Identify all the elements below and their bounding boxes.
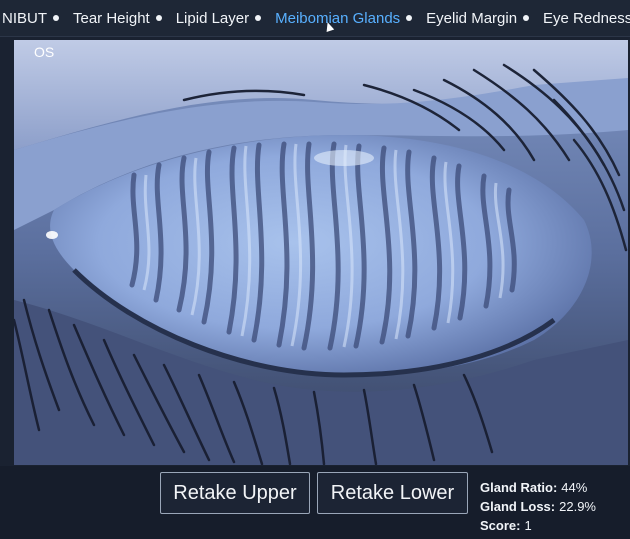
status-dot-icon: [255, 15, 262, 21]
tab-meibomian-glands[interactable]: Meibomian Glands: [273, 9, 413, 27]
tab-label: Meibomian Glands: [275, 9, 401, 27]
meibography-image: OS: [14, 40, 628, 465]
tab-eye-redness[interactable]: Eye Redness: [541, 10, 630, 27]
gland-loss-label: Gland Loss:: [480, 499, 556, 514]
status-dot-icon: [155, 15, 162, 21]
eye-side-label: OS: [34, 44, 55, 60]
eyelid-image-graphic: [14, 40, 628, 465]
gland-stats: Gland Ratio: 44% Gland Loss: 22.9% Score: 1: [480, 478, 596, 535]
tab-tear-height[interactable]: Tear Height: [71, 10, 162, 27]
gland-ratio-label: Gland Ratio:: [480, 480, 558, 495]
retake-upper-button[interactable]: Retake Upper: [160, 472, 310, 514]
score-row: Score: 1: [480, 516, 596, 535]
gland-loss-value: 22.9%: [559, 499, 596, 514]
score-label: Score:: [480, 518, 521, 533]
tab-label: NIBUT: [2, 9, 47, 27]
gland-ratio-value: 44%: [561, 480, 588, 495]
tab-label: Eyelid Margin: [426, 9, 518, 27]
status-dot-icon: [53, 15, 59, 21]
score-value: 1: [524, 518, 532, 533]
tab-eyelid-margin[interactable]: Eyelid Margin: [424, 9, 530, 27]
gland-ratio-row: Gland Ratio: 44%: [480, 478, 596, 497]
tab-label: Tear Height: [73, 9, 150, 27]
top-nav: NIBUT Tear Height Lipid Layer Meibomian …: [0, 0, 630, 37]
tab-nibut[interactable]: NIBUT: [0, 10, 59, 27]
app-screen: NIBUT Tear Height Lipid Layer Meibomian …: [0, 0, 630, 539]
tab-label: Lipid Layer: [175, 9, 250, 27]
tab-label: Eye Redness: [543, 9, 630, 27]
status-dot-icon: [523, 15, 530, 21]
tab-lipid-layer[interactable]: Lipid Layer: [174, 9, 262, 27]
status-dot-icon: [406, 15, 413, 21]
gland-loss-row: Gland Loss: 22.9%: [480, 497, 596, 516]
retake-lower-button[interactable]: Retake Lower: [317, 472, 468, 514]
